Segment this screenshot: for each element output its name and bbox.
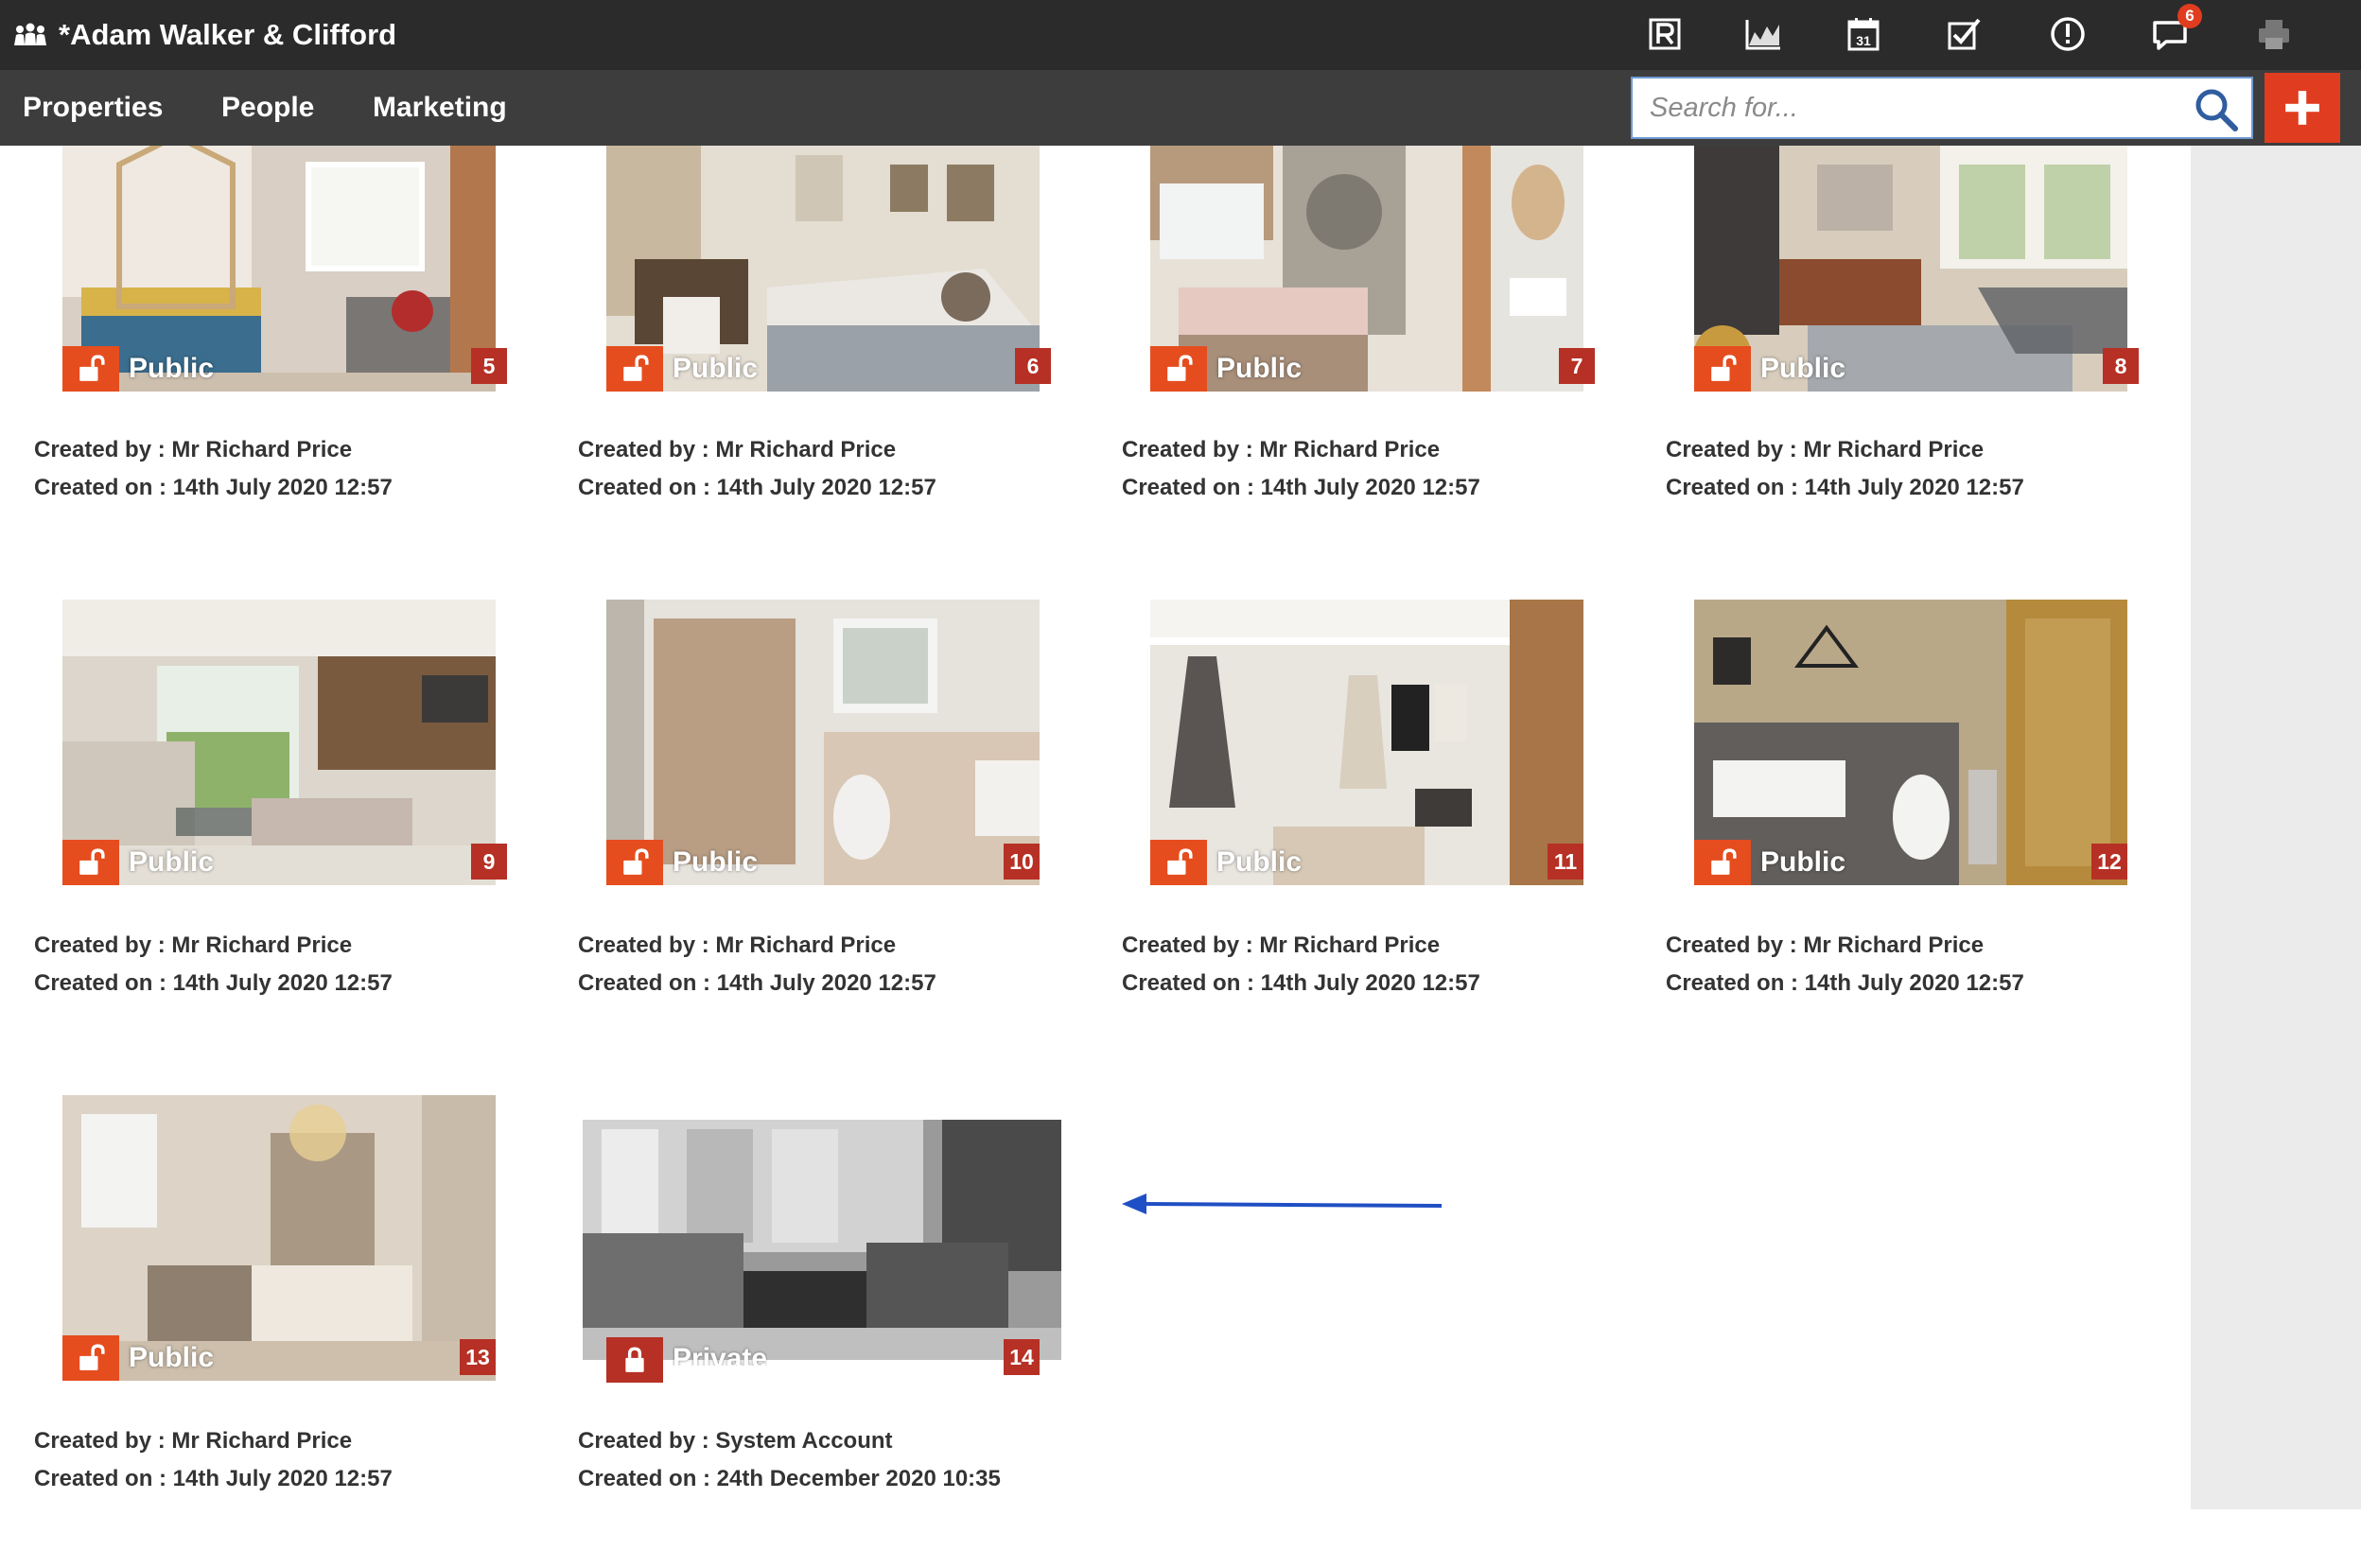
visibility-tag: Public [606,840,758,885]
visibility-label: Public [1760,846,1846,878]
photo-card-14[interactable]: Private 14 Created by : System Account C… [578,1095,1070,1568]
unlock-icon [1694,840,1751,885]
unlock-icon [62,1335,119,1381]
unlock-icon [1694,346,1751,392]
photo-card-12[interactable]: Public 12 Created by : Mr Richard Price … [1666,600,2158,1072]
nav-people[interactable]: People [221,70,314,146]
created-on: Created on : 14th July 2020 12:57 [578,970,936,996]
visibility-label: Private [673,1343,768,1366]
created-on: Created on : 14th July 2020 12:57 [34,1466,393,1491]
visibility-tag: Public [1150,346,1302,392]
created-on: Created on : 14th July 2020 12:57 [1666,475,2024,500]
room-photo[interactable] [583,1120,1061,1360]
search-icon[interactable] [2193,86,2240,133]
photo-number-badge: 6 [1015,348,1051,384]
visibility-label: Public [1216,846,1303,878]
photo-card-5[interactable]: Public 5 Created by : Mr Richard Price C… [34,146,526,618]
app-title[interactable]: *Adam Walker & Clifford [13,0,396,70]
search-input[interactable] [1650,86,2179,130]
add-button[interactable] [2265,73,2340,143]
visibility-tag: Public [606,346,758,392]
nav-marketing[interactable]: Marketing [373,70,507,146]
created-on: Created on : 14th July 2020 12:57 [1122,970,1480,996]
nav-properties[interactable]: Properties [23,70,163,146]
visibility-label: Public [1216,353,1303,384]
photo-card-9[interactable]: Public 9 Created by : Mr Richard Price C… [34,600,526,1072]
photo-number-badge: 7 [1559,348,1595,384]
photo-number-badge: 14 [1004,1339,1040,1375]
unlock-icon [606,840,663,885]
created-by: Created by : Mr Richard Price [1666,932,1985,958]
visibility-label: Public [673,353,759,384]
unlock-icon [1150,346,1207,392]
calendar-day-label: 31 [1856,33,1871,48]
photo-card-6[interactable]: Public 6 Created by : Mr Richard Price C… [578,146,1070,618]
checkbox-icon[interactable] [1943,13,1985,55]
photo-card-8[interactable]: Public 8 Created by : Mr Richard Price C… [1666,146,2158,618]
photo-card-11[interactable]: Public 11 Created by : Mr Richard Price … [1122,600,1614,1072]
calendar-icon[interactable]: 31 [1843,13,1884,55]
messages-icon[interactable]: 6 [2149,4,2202,55]
visibility-tag: Public [62,1335,214,1381]
visibility-label: Public [129,1342,215,1373]
right-gutter [2191,146,2361,1509]
alert-icon[interactable] [2047,13,2089,55]
photo-number-badge: 10 [1004,844,1040,880]
people-group-icon [13,23,47,47]
created-by: Created by : Mr Richard Price [1122,932,1441,958]
created-by: Created by : Mr Richard Price [1122,437,1441,462]
photo-number-badge: 5 [471,348,507,384]
created-by: Created by : Mr Richard Price [34,437,353,462]
created-on: Created on : 14th July 2020 12:57 [34,970,393,996]
top-bar: *Adam Walker & Clifford 31 6 [0,0,2361,70]
visibility-label: Public [673,846,759,878]
photo-card-10[interactable]: Public 10 Created by : Mr Richard Price … [578,600,1070,1072]
created-by: Created by : Mr Richard Price [34,1428,353,1454]
lock-icon [606,1337,663,1383]
visibility-tag: Private [606,1337,767,1383]
messages-badge: 6 [2177,4,2202,28]
visibility-tag: Public [1694,346,1845,392]
plus-icon [2285,91,2319,125]
visibility-tag: Public [1150,840,1302,885]
created-on: Created on : 14th July 2020 12:57 [1666,970,2024,996]
photo-card-7[interactable]: Public 7 Created by : Mr Richard Price C… [1122,146,1614,618]
photo-number-badge: 11 [1548,844,1583,880]
created-by: Created by : Mr Richard Price [34,932,353,958]
printer-icon[interactable] [2253,13,2295,55]
created-by: Created by : Mr Richard Price [578,437,897,462]
visibility-tag: Public [62,840,214,885]
photo-number-badge: 9 [471,844,507,880]
created-on: Created on : 14th July 2020 12:57 [34,475,393,500]
search-box [1631,77,2253,139]
visibility-tag: Public [62,346,214,392]
created-by: Created by : Mr Richard Price [578,932,897,958]
visibility-label: Public [1760,353,1846,384]
unlock-icon [62,840,119,885]
photo-card-13[interactable]: Public 13 Created by : Mr Richard Price … [34,1095,526,1568]
unlock-icon [62,346,119,392]
created-by: Created by : Mr Richard Price [1666,437,1985,462]
created-on: Created on : 14th July 2020 12:57 [578,475,936,500]
app-title-text: *Adam Walker & Clifford [59,18,397,51]
visibility-label: Public [129,353,215,384]
visibility-label: Public [129,846,215,878]
photo-number-badge: 13 [460,1339,496,1375]
created-on: Created on : 14th July 2020 12:57 [1122,475,1480,500]
created-on: Created on : 24th December 2020 10:35 [578,1466,1001,1491]
created-by: Created by : System Account [578,1428,893,1454]
chart-icon[interactable] [1742,13,1784,55]
photo-number-badge: 8 [2103,348,2139,384]
r-logo-icon[interactable] [1644,13,1686,55]
unlock-icon [1150,840,1207,885]
annotation-arrow [1122,1193,1443,1214]
unlock-icon [606,346,663,392]
photo-number-badge: 12 [2091,844,2127,880]
visibility-tag: Public [1694,840,1845,885]
